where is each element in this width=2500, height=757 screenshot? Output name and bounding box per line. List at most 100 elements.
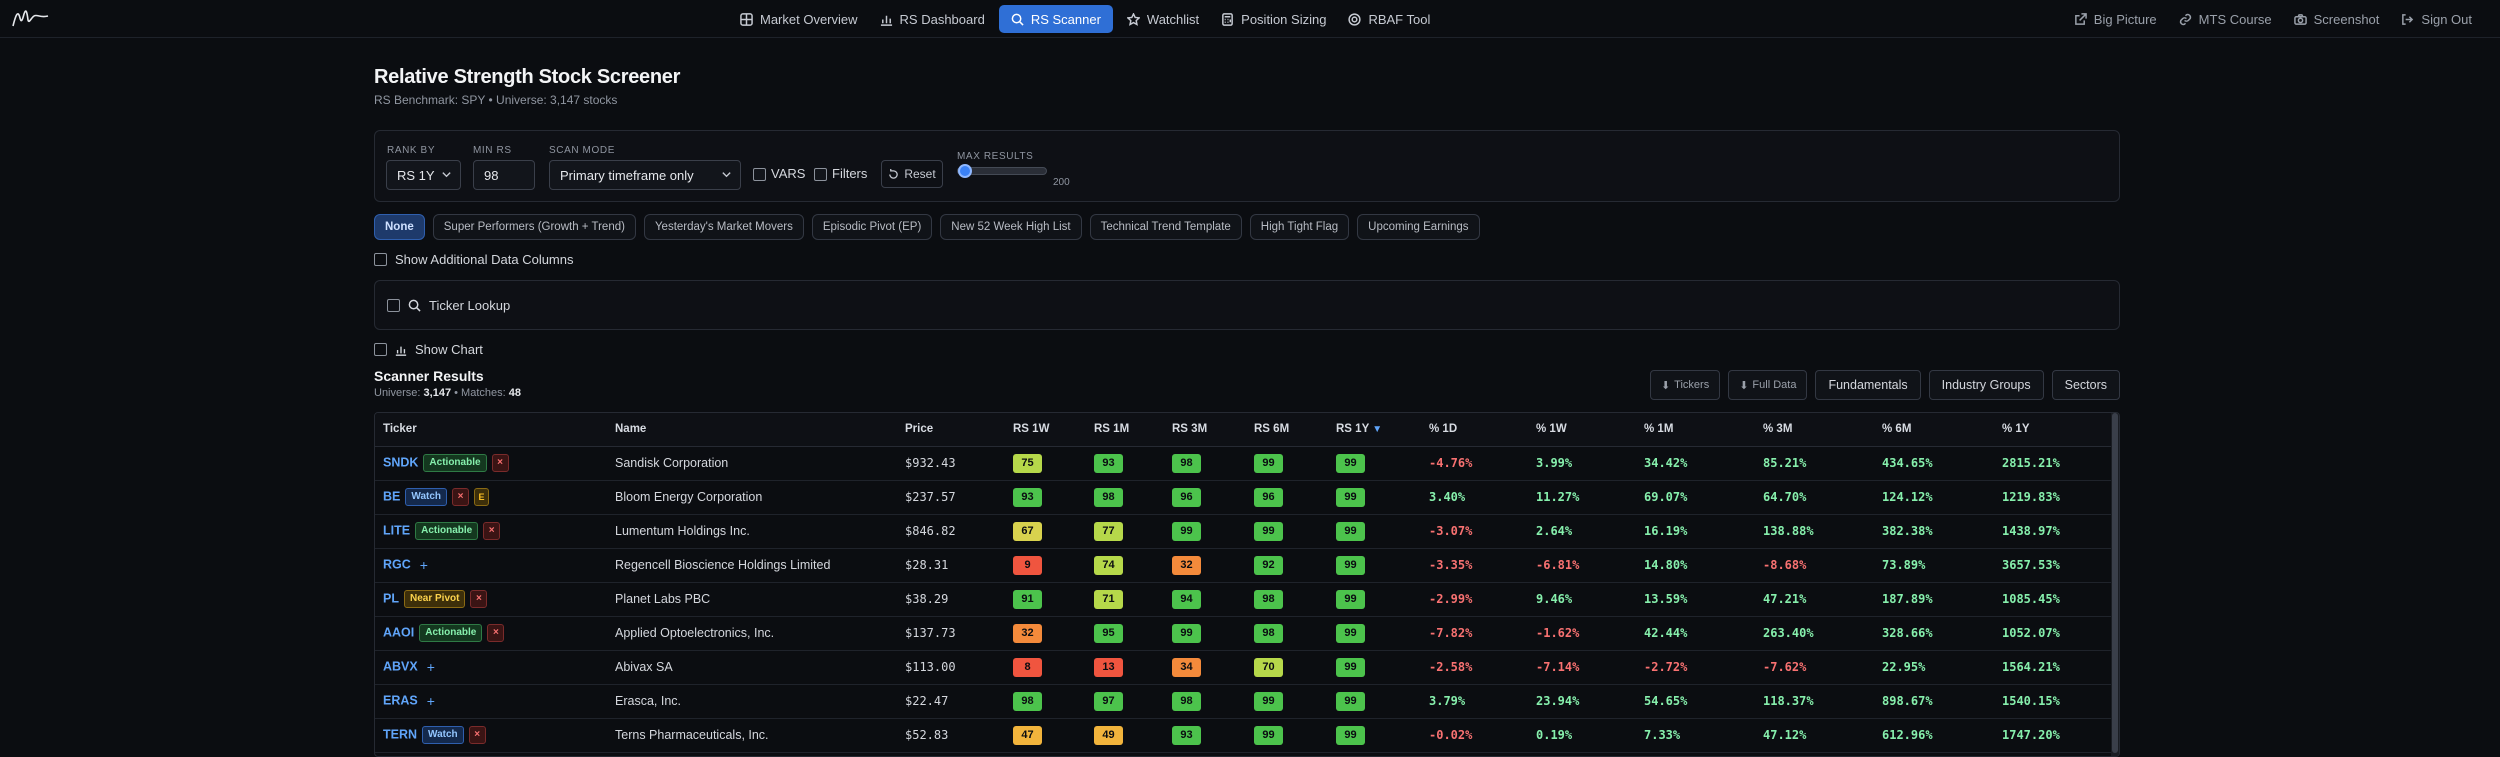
ticker-link[interactable]: LITE — [383, 523, 410, 537]
remove-icon[interactable]: × — [487, 624, 505, 642]
column-header-ticker[interactable]: Ticker — [375, 413, 607, 447]
additional-columns-checkbox[interactable] — [374, 253, 387, 266]
price-cell: $38.29 — [897, 582, 1005, 617]
table-row[interactable]: RGC + Regencell Bioscience Holdings Limite… — [375, 548, 2111, 583]
scan-mode-select[interactable]: Primary timeframe only — [549, 160, 741, 190]
preset-high-tight-flag[interactable]: High Tight Flag — [1249, 214, 1350, 240]
column-header-3m[interactable]: % 3M — [1755, 413, 1874, 447]
additional-columns-toggle[interactable]: Show Additional Data Columns — [374, 252, 574, 267]
nav-rs-scanner[interactable]: RS Scanner — [998, 5, 1113, 33]
rs-rating-badge: 99 — [1172, 521, 1201, 541]
rank-by-select[interactable]: RS 1Y — [386, 160, 461, 190]
column-header-1d[interactable]: % 1D — [1421, 413, 1528, 447]
column-header-price[interactable]: Price — [897, 413, 1005, 447]
percent-change-cell: 328.66% — [1874, 616, 1994, 651]
table-row[interactable]: AAOI Actionable × Applied Optoelectronics, … — [375, 616, 2111, 651]
preset-none[interactable]: None — [374, 214, 425, 240]
results-table-container: Ticker Name Price RS 1W RS 1M RS 3M RS 6M RS 1Y… — [374, 412, 2120, 757]
fundamentals-button[interactable]: Fundamentals — [1815, 370, 1921, 400]
column-header-rs-1m[interactable]: RS 1M — [1086, 413, 1164, 447]
status-badge[interactable]: Actionable — [415, 522, 479, 540]
screenshot-button[interactable]: Screenshot — [2286, 5, 2388, 33]
ticker-link[interactable]: TERN — [383, 727, 417, 741]
table-row[interactable]: SNDK Actionable × Sandisk Corporation $932.4… — [375, 446, 2111, 481]
column-header-6m[interactable]: % 6M — [1874, 413, 1994, 447]
rs-rating-badge: 8 — [1013, 657, 1042, 677]
column-header-label: Name — [615, 423, 647, 436]
rs-rating-badge: 99 — [1336, 657, 1365, 677]
calculator-icon — [1222, 12, 1234, 26]
column-header-rs-1w[interactable]: RS 1W — [1005, 413, 1086, 447]
preset-super-performers-growth-trend[interactable]: Super Performers (Growth + Trend) — [432, 214, 636, 240]
ticker-link[interactable]: ABVX — [383, 659, 418, 673]
ticker-link[interactable]: PL — [383, 591, 399, 605]
big-picture-link[interactable]: Big Picture — [2066, 5, 2165, 33]
table-row[interactable]: ERAS + Erasca, Inc. $22.47 98 97 98 99 99 3.79% 23… — [375, 684, 2111, 719]
rs-cell: 13 — [1086, 650, 1164, 685]
show-chart-checkbox[interactable] — [374, 343, 387, 356]
column-header-1y[interactable]: % 1Y — [1994, 413, 2111, 447]
table-row[interactable]: LITE Actionable × Lumentum Holdings Inc. $84… — [375, 514, 2111, 549]
remove-icon[interactable]: × — [452, 488, 470, 506]
table-scrollbar[interactable] — [2111, 413, 2119, 756]
nav-position-sizing[interactable]: Position Sizing — [1213, 5, 1334, 33]
scrollbar-thumb[interactable] — [2112, 413, 2118, 753]
download-full-data-button[interactable]: ⬇ Full Data — [1728, 370, 1808, 400]
column-header-rs-6m[interactable]: RS 6M — [1246, 413, 1328, 447]
add-to-watchlist-icon[interactable]: + — [427, 693, 435, 709]
percent-change-cell: -2.58% — [1421, 650, 1528, 685]
ticker-link[interactable]: RGC — [383, 557, 411, 571]
column-header-rs-3m[interactable]: RS 3M — [1164, 413, 1246, 447]
ticker-link[interactable]: SNDK — [383, 455, 418, 469]
preset-upcoming-earnings[interactable]: Upcoming Earnings — [1357, 214, 1480, 240]
preset-technical-trend-template[interactable]: Technical Trend Template — [1089, 214, 1242, 240]
rs-rating-badge: 96 — [1254, 487, 1283, 507]
filters-checkbox[interactable] — [814, 168, 827, 181]
ticker-lookup-checkbox[interactable] — [387, 299, 400, 312]
column-header-rs-1y[interactable]: RS 1Y ▼ — [1328, 413, 1421, 447]
ticker-link[interactable]: ERAS — [383, 693, 418, 707]
sign-out-button[interactable]: Sign Out — [2393, 5, 2480, 33]
industry-groups-button[interactable]: Industry Groups — [1928, 370, 2044, 400]
add-to-watchlist-icon[interactable]: + — [427, 659, 435, 675]
nav-rbaf-tool[interactable]: RBAF Tool — [1340, 5, 1438, 33]
preset-new-52-week-high-list[interactable]: New 52 Week High List — [940, 214, 1082, 240]
remove-icon[interactable]: × — [470, 590, 488, 608]
ticker-lookup-toggle[interactable]: Ticker Lookup — [387, 298, 510, 313]
nav-market-overview[interactable]: Market Overview — [732, 5, 866, 33]
rs-rating-badge: 94 — [1172, 589, 1201, 609]
status-badge[interactable]: Watch — [422, 726, 464, 744]
ticker-link[interactable]: BE — [383, 489, 400, 503]
ticker-link[interactable]: AAOI — [383, 625, 414, 639]
nav-watchlist[interactable]: Watchlist — [1119, 5, 1207, 33]
table-row[interactable]: PL Near Pivot × Planet Labs PBC $38.29 91 71 94… — [375, 582, 2111, 617]
vars-checkbox[interactable] — [753, 168, 766, 181]
table-row[interactable]: BE Watch × E Bloom Energy Corporation $237.57… — [375, 480, 2111, 515]
reset-button[interactable]: Reset — [881, 160, 943, 188]
remove-icon[interactable]: × — [491, 454, 509, 472]
add-to-watchlist-icon[interactable]: + — [420, 557, 428, 573]
status-badge[interactable]: Watch — [405, 488, 448, 506]
min-rs-input[interactable]: 98 — [473, 160, 535, 190]
table-row[interactable]: TERN Watch × Terns Pharmaceuticals, Inc. $52… — [375, 718, 2111, 753]
column-header-label: % 1W — [1536, 423, 1567, 436]
table-row[interactable]: ABVX + Abivax SA $113.00 8 13 34 70 99 -2.58% -7.1… — [375, 650, 2111, 685]
remove-icon[interactable]: × — [468, 726, 486, 744]
slider-thumb[interactable] — [958, 164, 972, 178]
show-chart-toggle[interactable]: Show Chart — [374, 342, 483, 357]
column-header-1m[interactable]: % 1M — [1636, 413, 1755, 447]
column-header-1w[interactable]: % 1W — [1528, 413, 1636, 447]
logo[interactable] — [10, 4, 52, 32]
preset-episodic-pivot-ep[interactable]: Episodic Pivot (EP) — [811, 214, 933, 240]
status-badge[interactable]: Actionable — [423, 454, 487, 472]
remove-icon[interactable]: × — [483, 522, 501, 540]
download-tickers-button[interactable]: ⬇ Tickers — [1649, 370, 1721, 400]
sectors-button[interactable]: Sectors — [2051, 370, 2120, 400]
preset-yesterday-s-market-movers[interactable]: Yesterday's Market Movers — [643, 214, 804, 240]
status-badge[interactable]: Near Pivot — [403, 590, 466, 608]
mts-course-link[interactable]: MTS Course — [2171, 5, 2280, 33]
nav-rs-dashboard[interactable]: RS Dashboard — [872, 5, 993, 33]
column-header-name[interactable]: Name — [607, 413, 897, 447]
status-badge[interactable]: Actionable — [419, 624, 483, 642]
rs-cell: 91 — [1005, 582, 1086, 617]
